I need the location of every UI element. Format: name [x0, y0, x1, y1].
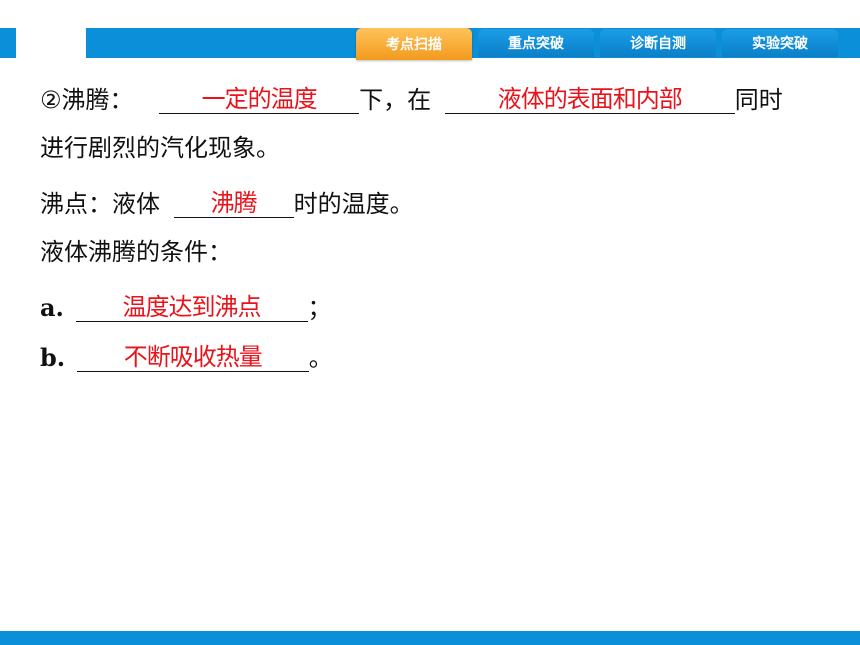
- tab-shiyan-tupo[interactable]: 实验突破: [722, 29, 838, 57]
- answer-boiling: 沸腾: [210, 189, 258, 217]
- line-boiling-cont: 进行剧烈的汽化现象。: [40, 136, 280, 170]
- answer-absorb-heat: 不断吸收热量: [123, 343, 263, 371]
- header-bar: 考点扫描 重点突破 诊断自测 实验突破: [0, 0, 860, 62]
- text-boiling-cont: 进行剧烈的汽化现象。: [40, 134, 280, 162]
- line-condition-a: a. 温度达到沸点 ；: [40, 292, 332, 326]
- label-b: b.: [40, 343, 66, 372]
- blank-temperature: 一定的温度: [159, 84, 360, 114]
- answer-temperature: 一定的温度: [201, 85, 318, 113]
- text-boiling-mid: 下，在: [359, 86, 432, 114]
- text-boiling-point-prefix: 沸点：液体: [40, 190, 160, 218]
- blank-absorb-heat: 不断吸收热量: [76, 342, 309, 372]
- header-left-strip: [0, 28, 16, 58]
- text-conditions-heading: 液体沸腾的条件：: [40, 238, 232, 266]
- nav-tabs: 考点扫描 重点突破 诊断自测 实验突破: [356, 28, 838, 60]
- blank-reach-boiling-point: 温度达到沸点: [75, 292, 308, 322]
- text-boiling-prefix: ②沸腾：: [40, 86, 134, 114]
- text-condition-b-suffix: 。: [308, 344, 333, 372]
- answer-surface-interior: 液体的表面和内部: [497, 85, 683, 113]
- text-boiling-suffix: 同时: [734, 86, 783, 114]
- tab-zhongdian-tupo[interactable]: 重点突破: [478, 29, 594, 57]
- line-boiling-point: 沸点：液体 沸腾 时的温度。: [40, 188, 414, 222]
- blank-boiling: 沸腾: [173, 188, 294, 218]
- line-conditions-heading: 液体沸腾的条件：: [40, 240, 232, 274]
- line-boiling-definition: ②沸腾： 一定的温度 下，在 液体的表面和内部 同时: [40, 84, 783, 118]
- tab-zhenduan-zice[interactable]: 诊断自测: [600, 29, 716, 57]
- label-a: a.: [40, 293, 64, 322]
- blank-surface-interior: 液体的表面和内部: [444, 84, 735, 114]
- answer-reach-boiling-point: 温度达到沸点: [122, 293, 262, 321]
- tab-kaodian-saomiao[interactable]: 考点扫描: [356, 28, 472, 60]
- footer-bar: [0, 631, 860, 645]
- text-boiling-point-suffix: 时的温度。: [293, 190, 414, 218]
- text-condition-a-suffix: ；: [307, 294, 332, 322]
- line-condition-b: b. 不断吸收热量 。: [40, 342, 333, 376]
